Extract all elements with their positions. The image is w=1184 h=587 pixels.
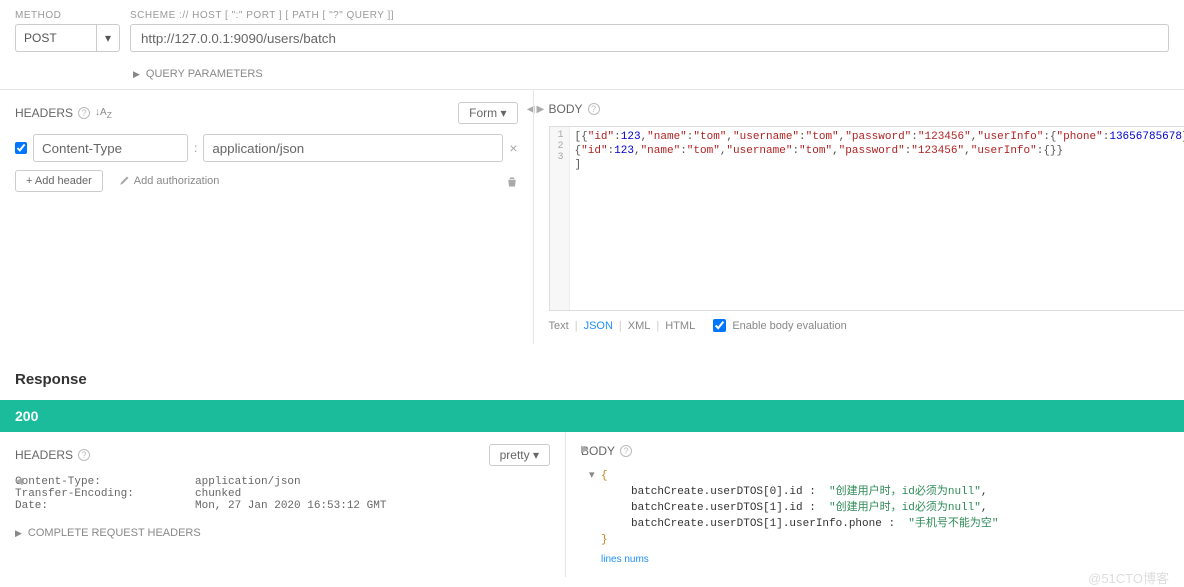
- watermark: @51CTO博客: [1088, 568, 1169, 587]
- resp-headers-title: HEADERS: [15, 448, 73, 462]
- header-value-input[interactable]: [203, 134, 503, 162]
- headers-title: HEADERS: [15, 106, 73, 120]
- enable-eval-checkbox[interactable]: [713, 319, 726, 332]
- triangle-right-icon: ▶: [133, 69, 140, 80]
- text-tab[interactable]: Text: [549, 320, 569, 332]
- method-value: POST: [24, 31, 57, 45]
- url-label: SCHEME :// HOST [ ":" PORT ] [ PATH [ "?…: [130, 10, 1169, 21]
- form-dropdown[interactable]: Form ▾: [458, 102, 517, 124]
- response-body-json[interactable]: ▾{ batchCreate.userDTOS[0].id : "创建用户时，i…: [581, 468, 1169, 548]
- add-header-button[interactable]: + Add header: [15, 170, 103, 192]
- collapse-toggle-icon[interactable]: ▾: [589, 468, 601, 484]
- pretty-dropdown[interactable]: pretty ▾: [489, 444, 550, 466]
- sort-icon[interactable]: ↓AZ: [95, 107, 112, 120]
- body-editor[interactable]: 123 [{"id":123,"name":"tom","username":"…: [549, 126, 1184, 311]
- help-icon[interactable]: ?: [78, 107, 90, 119]
- collapse-right-icon[interactable]: ▶: [537, 104, 545, 115]
- help-icon[interactable]: ?: [78, 449, 90, 461]
- method-select[interactable]: POST ▾: [15, 24, 120, 52]
- code-content[interactable]: [{"id":123,"name":"tom","username":"tom"…: [570, 127, 1184, 310]
- caret-down-icon: ▾: [96, 25, 111, 51]
- collapse-right-icon[interactable]: ▶: [581, 444, 589, 455]
- status-bar: 200: [0, 400, 1184, 432]
- response-title: Response: [0, 359, 1184, 400]
- help-icon[interactable]: ?: [620, 445, 632, 457]
- html-tab[interactable]: HTML: [665, 320, 695, 332]
- triangle-right-icon: ▶: [15, 528, 22, 539]
- complete-request-headers-toggle[interactable]: ▶ COMPLETE REQUEST HEADERS: [15, 527, 550, 539]
- query-parameters-toggle[interactable]: ▶ QUERY PARAMETERS: [15, 60, 1169, 84]
- url-input[interactable]: [130, 24, 1169, 52]
- gutter: 123: [550, 127, 570, 310]
- header-checkbox[interactable]: [15, 142, 27, 154]
- enable-eval-label: Enable body evaluation: [732, 320, 846, 332]
- method-label: METHOD: [15, 10, 120, 21]
- collapse-left-icon[interactable]: ◀: [15, 476, 23, 487]
- header-name-input[interactable]: [33, 134, 188, 162]
- trash-icon[interactable]: [506, 174, 518, 188]
- xml-tab[interactable]: XML: [628, 320, 651, 332]
- help-icon[interactable]: ?: [588, 103, 600, 115]
- body-title: BODY: [549, 102, 583, 116]
- lines-nums-link[interactable]: lines nums: [581, 554, 1169, 565]
- response-headers-table: Content-Type:application/json Transfer-E…: [15, 476, 550, 512]
- json-tab[interactable]: JSON: [584, 320, 613, 332]
- colon: :: [194, 141, 197, 155]
- add-authorization-link[interactable]: Add authorization: [118, 175, 220, 187]
- pencil-icon: [118, 175, 130, 187]
- remove-header-icon[interactable]: ×: [509, 140, 517, 156]
